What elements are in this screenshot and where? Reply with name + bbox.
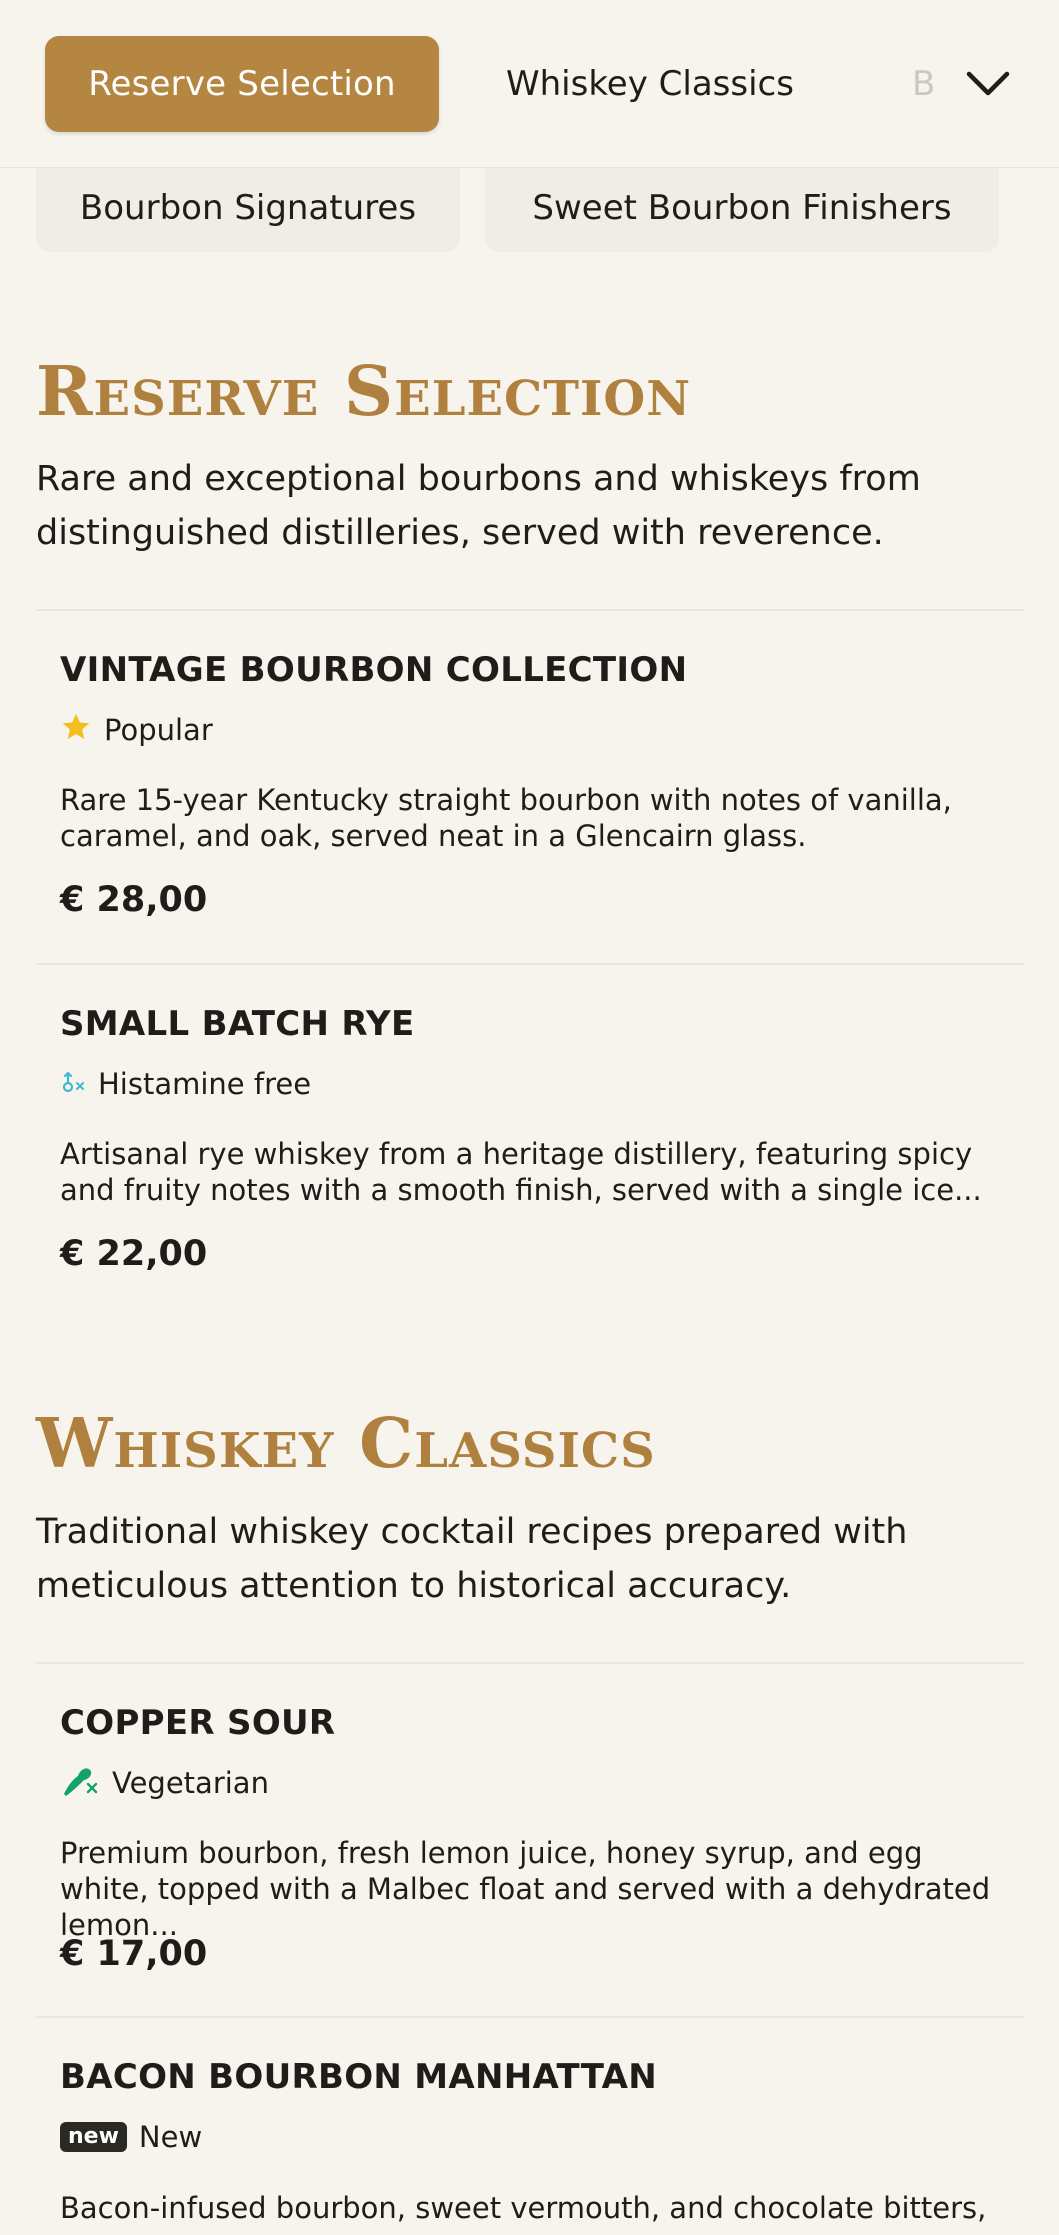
menu-item-price: € 22,00: [60, 1234, 208, 1274]
menu-item-name[interactable]: COPPER SOUR: [60, 1703, 335, 1743]
divider: [36, 2016, 1024, 2018]
category-pill-label: Reserve Selection: [88, 64, 396, 104]
category-pill-label: Whiskey Classics: [506, 64, 794, 104]
section-description: Traditional whiskey cocktail recipes pre…: [36, 1512, 908, 1606]
vegetarian-icon: [60, 1762, 100, 1805]
menu-item-name[interactable]: BACON BOURBON MANHATTAN: [60, 2057, 657, 2097]
star-icon: [60, 711, 92, 750]
menu-item-tag: Popular: [60, 710, 213, 750]
menu-item-name[interactable]: VINTAGE BOURBON COLLECTION: [60, 650, 687, 690]
category-pill-label: Bourbon Signatures: [79, 188, 417, 228]
chevron-down-icon[interactable]: [958, 54, 1018, 114]
new-badge-icon: new: [60, 2122, 127, 2152]
histamine-free-icon: [60, 1067, 86, 1102]
tag-label: New: [138, 2120, 203, 2154]
menu-item-tag: Vegetarian: [60, 1763, 269, 1803]
section-title: Whiskey Classics: [36, 1404, 656, 1484]
section-title: Reserve Selection: [36, 352, 692, 432]
tag-label: Vegetarian: [112, 1766, 269, 1800]
divider: [36, 609, 1024, 611]
menu-item-tag: Histamine free: [60, 1064, 311, 1104]
menu-item-description: Artisanal rye whiskey from a heritage di…: [60, 1137, 982, 1207]
category-pill-reserve-selection[interactable]: Reserve Selection: [45, 36, 439, 132]
tag-label: Histamine free: [98, 1067, 312, 1101]
section-description: Rare and exceptional bourbons and whiske…: [36, 459, 921, 553]
menu-item-description: Premium bourbon, fresh lemon juice, hone…: [60, 1836, 991, 1942]
menu-item-price: € 28,00: [60, 880, 208, 920]
category-pill-label: B: [912, 64, 936, 104]
category-pill-whiskey-classics[interactable]: Whiskey Classics: [480, 36, 820, 132]
menu-item-description: Bacon-infused bourbon, sweet vermouth, a…: [60, 2191, 987, 2225]
tag-label: Popular: [104, 713, 213, 747]
category-pill-partial[interactable]: B: [912, 36, 942, 132]
divider: [36, 1662, 1024, 1664]
category-pill-label: Sweet Bourbon Finishers: [532, 188, 952, 228]
menu-item-name[interactable]: SMALL BATCH RYE: [60, 1004, 415, 1044]
menu-item-tag: new New: [60, 2117, 202, 2157]
menu-item-price: € 17,00: [60, 1934, 208, 1974]
divider: [36, 963, 1024, 965]
category-bar: Reserve Selection Whiskey Classics B: [0, 0, 1059, 168]
menu-item-description: Rare 15-year Kentucky straight bourbon w…: [60, 783, 952, 853]
